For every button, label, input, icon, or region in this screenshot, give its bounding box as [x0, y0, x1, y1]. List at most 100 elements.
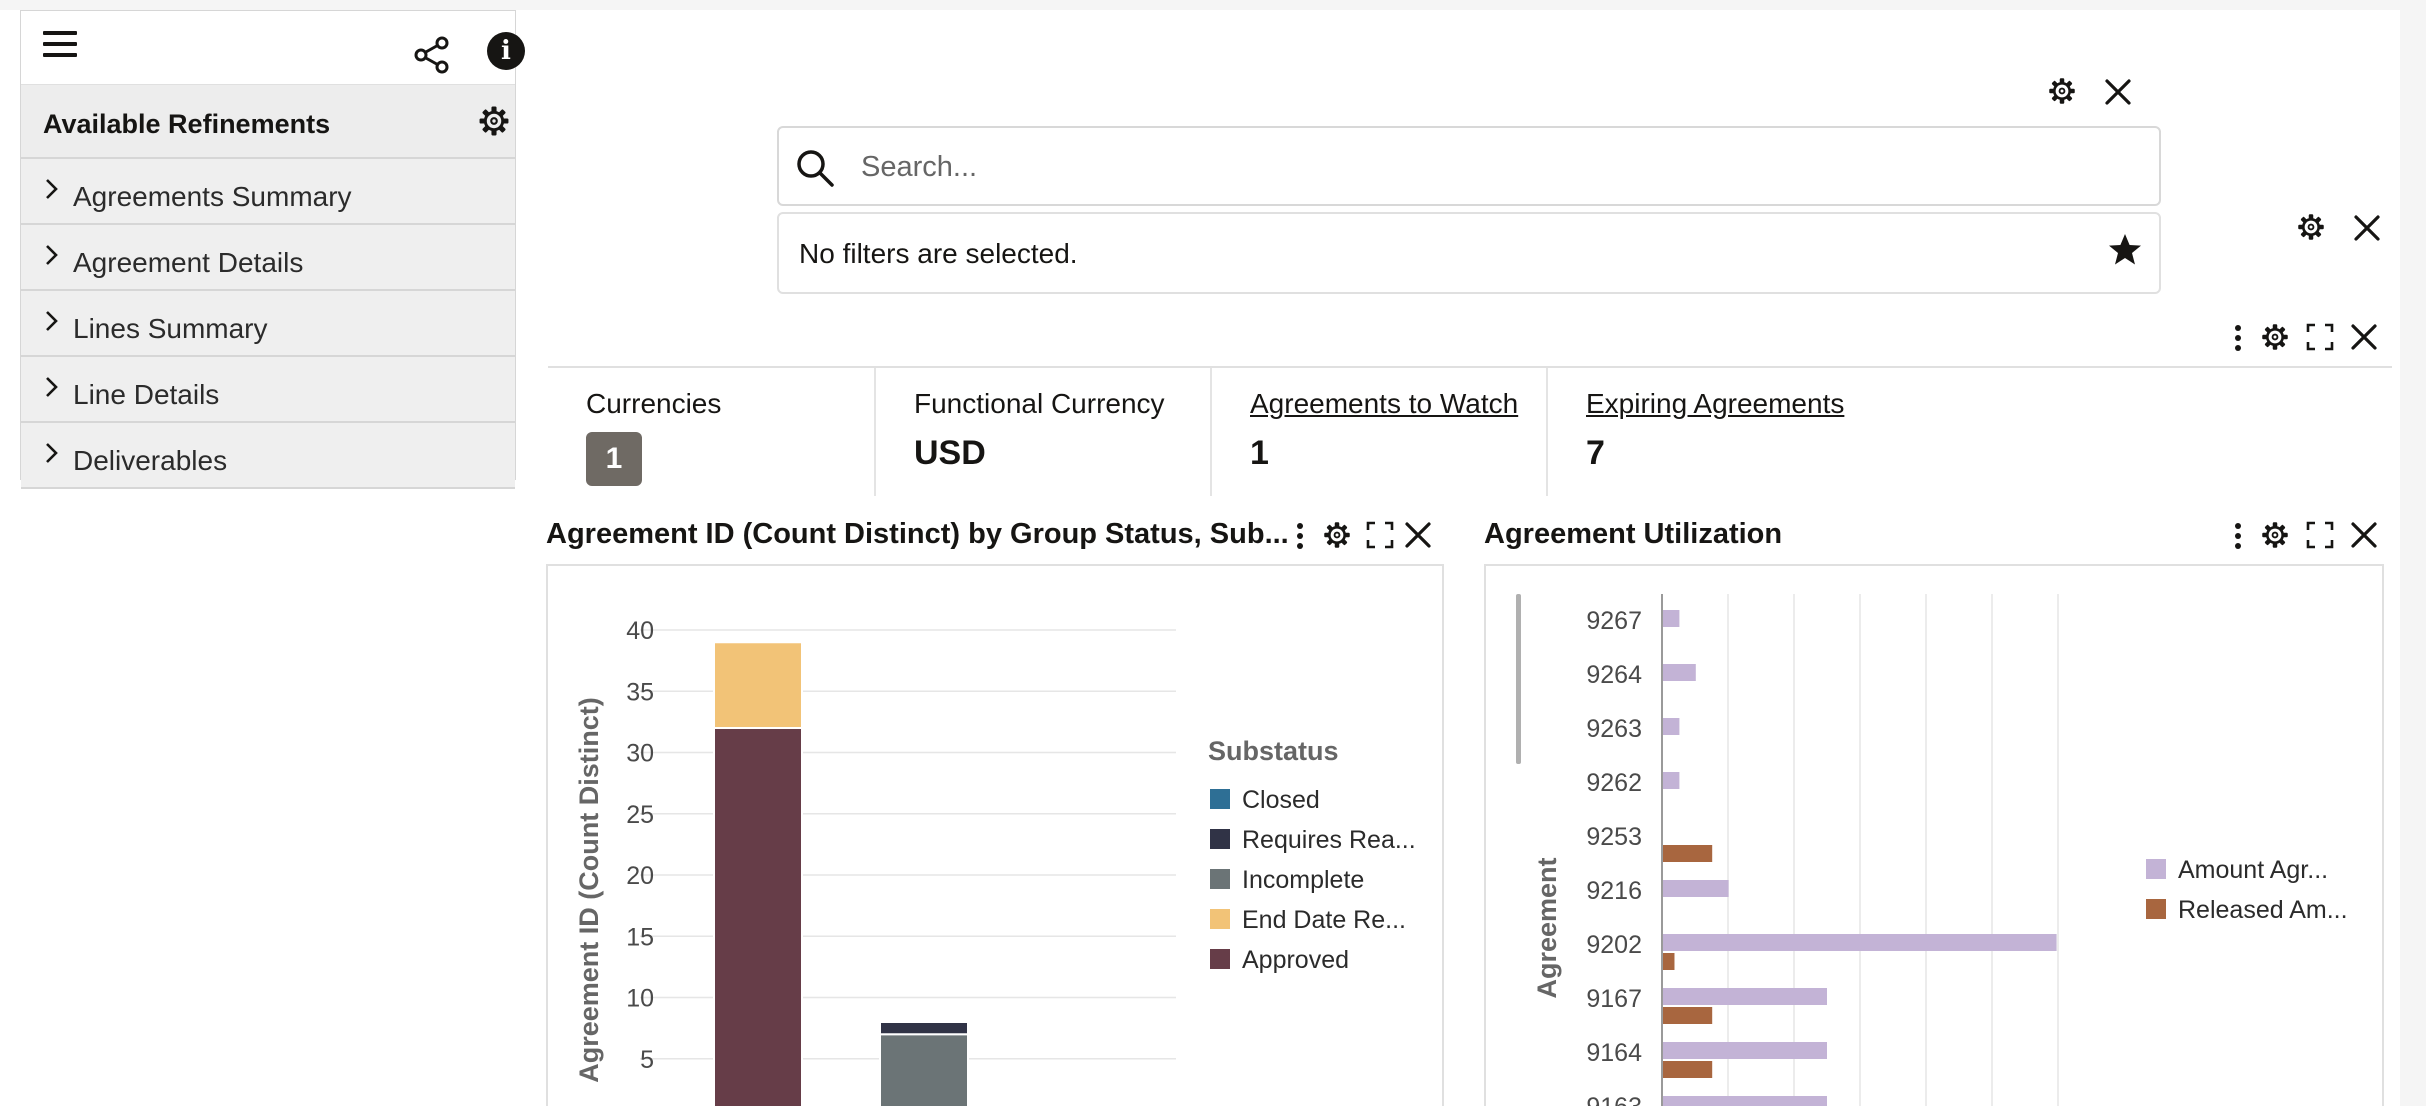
metric-expiring-agreements: Expiring Agreements 7: [1548, 368, 1948, 496]
y-tick-label: 25: [626, 801, 654, 829]
refinements-panel: i Available Refinements Agreements Summa…: [20, 10, 525, 489]
bar-amount: [1663, 718, 1680, 735]
kebab-icon[interactable]: [2234, 520, 2242, 552]
bar-segment: [713, 727, 803, 1106]
utilization-chart: Agreement 9267 9264 9263 9262 9253 9216 9202 916…: [1516, 594, 2348, 1106]
metric-value-badge: 1: [586, 432, 642, 486]
bar-segment: [879, 1033, 969, 1106]
scrollbar-thumb: [1516, 594, 1521, 764]
category-label: 9202: [1586, 931, 1642, 959]
metrics-toolbar: [2234, 322, 2394, 358]
status-chart-title: Agreement ID (Count Distinct) by Group S…: [546, 518, 1289, 550]
bar-released: [1663, 1007, 1713, 1024]
close-icon[interactable]: [1404, 521, 1432, 549]
close-icon[interactable]: [2353, 214, 2381, 242]
sidebar-item-deliverables[interactable]: Deliverables: [21, 423, 515, 489]
gear-icon[interactable]: [2260, 322, 2290, 352]
sidebar-item-agreement-details[interactable]: Agreement Details: [21, 225, 515, 291]
refinements-title: Available Refinements: [43, 109, 331, 139]
expand-icon[interactable]: [2306, 521, 2334, 549]
y-axis-title: Agreement: [1532, 857, 1562, 998]
info-icon[interactable]: i: [487, 32, 525, 70]
expand-icon[interactable]: [1366, 521, 1394, 549]
agreements-to-watch-link[interactable]: Agreements to Watch: [1250, 388, 1518, 420]
filter-bar: No filters are selected.: [777, 212, 2161, 294]
metric-value: 7: [1586, 434, 1605, 472]
legend-label: Approved: [1242, 946, 1349, 974]
bar-segment: [713, 641, 803, 729]
close-icon[interactable]: [2104, 78, 2132, 106]
bar-amount: [1663, 1096, 1827, 1106]
sidebar-item-label: Lines Summary: [73, 313, 268, 344]
metric-label: Currencies: [586, 388, 722, 419]
bar-released: [1663, 1061, 1713, 1078]
bar-amount: [1663, 988, 1827, 1005]
bar-released: [1663, 953, 1675, 970]
close-icon[interactable]: [2350, 323, 2378, 351]
y-tick-label: 10: [626, 985, 654, 1013]
metrics-row: Currencies 1 Functional Currency USD Agr…: [548, 366, 2392, 496]
legend-swatch: [1210, 949, 1230, 969]
sidebar-item-label: Agreement Details: [73, 247, 304, 278]
bar-amount: [1663, 880, 1729, 897]
sidebar-toolbar: i: [21, 11, 525, 85]
sidebar-item-line-details[interactable]: Line Details: [21, 357, 515, 423]
utilization-chart-toolbar: [2234, 520, 2394, 556]
gear-icon[interactable]: [477, 104, 511, 138]
chevron-right-icon: [46, 245, 58, 265]
expiring-agreements-link[interactable]: Expiring Agreements: [1586, 388, 1844, 420]
sidebar-item-lines-summary[interactable]: Lines Summary: [21, 291, 515, 357]
chevron-right-icon: [46, 311, 58, 331]
kebab-icon[interactable]: [1296, 520, 1304, 552]
legend-label: End Date Re...: [1242, 906, 1406, 934]
kebab-icon[interactable]: [2234, 322, 2242, 354]
gear-icon[interactable]: [2260, 520, 2290, 550]
metric-label: Functional Currency: [914, 388, 1165, 419]
sidebar-item-label: Line Details: [73, 379, 220, 410]
y-tick-label: 30: [626, 740, 654, 768]
sidebar-item-agreements-summary[interactable]: Agreements Summary: [21, 159, 515, 225]
hamburger-icon[interactable]: [41, 25, 81, 65]
y-axis-title: Agreement ID (Count Distinct): [574, 697, 604, 1083]
expand-icon[interactable]: [2306, 323, 2334, 351]
metric-value: 1: [1250, 434, 1269, 472]
y-tick-label: 35: [626, 678, 654, 706]
close-icon[interactable]: [2350, 521, 2378, 549]
y-tick-label: 20: [626, 862, 654, 890]
share-icon[interactable]: [412, 35, 452, 75]
gear-icon[interactable]: [1322, 520, 1352, 550]
star-icon[interactable]: [2107, 232, 2143, 268]
legend-title: Substatus: [1208, 736, 1339, 766]
category-label: 9167: [1586, 985, 1642, 1013]
legend-label: Requires Rea...: [1242, 826, 1416, 854]
legend-swatch: [1210, 909, 1230, 929]
chevron-right-icon: [46, 377, 58, 397]
utilization-chart-panel: Agreement 9267 9264 9263 9262 9253 9216 9202 916…: [1484, 564, 2384, 1106]
legend-swatch: [2146, 859, 2166, 879]
legend-label: Incomplete: [1242, 866, 1364, 894]
filters-status-text: No filters are selected.: [799, 238, 1078, 269]
bar-released: [1663, 845, 1713, 862]
refinements-header: Available Refinements: [21, 85, 515, 159]
legend-swatch: [1210, 789, 1230, 809]
search-input[interactable]: [861, 140, 2141, 194]
search-bar: [777, 126, 2161, 206]
chevron-right-icon: [46, 443, 58, 463]
gear-icon[interactable]: [2047, 76, 2077, 106]
legend-label: Amount Agr...: [2178, 856, 2328, 884]
metric-value: USD: [914, 434, 986, 472]
bar-amount: [1663, 664, 1696, 681]
legend-swatch: [1210, 829, 1230, 849]
bar-amount: [1663, 1042, 1827, 1059]
gear-icon[interactable]: [2296, 212, 2326, 242]
category-label: 9163: [1586, 1093, 1642, 1106]
category-label: 9263: [1586, 715, 1642, 743]
status-chart-toolbar: [1296, 520, 1456, 556]
category-label: 9264: [1586, 661, 1642, 689]
legend-swatch: [1210, 869, 1230, 889]
y-tick-label: 5: [640, 1046, 654, 1074]
category-label: 9164: [1586, 1039, 1642, 1067]
category-label: 9262: [1586, 769, 1642, 797]
search-icon[interactable]: [795, 148, 835, 188]
utilization-chart-title: Agreement Utilization: [1484, 518, 1783, 550]
